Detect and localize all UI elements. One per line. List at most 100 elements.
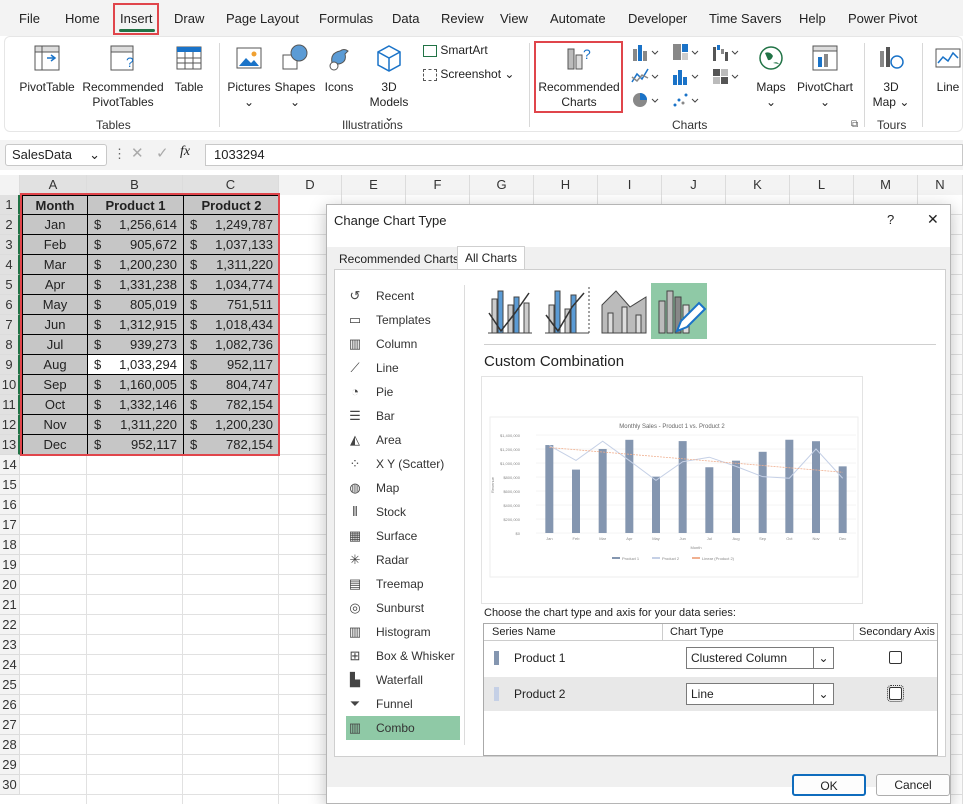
- tab-recommended-charts[interactable]: Recommended Charts: [334, 248, 465, 270]
- row-header[interactable]: 15: [0, 475, 20, 495]
- chart-type-surface[interactable]: ▦ Surface: [346, 524, 460, 548]
- chart-type-treemap[interactable]: ▤ Treemap: [346, 572, 460, 596]
- row-header[interactable]: 9: [0, 355, 20, 375]
- cancel-entry-icon[interactable]: ✕: [131, 144, 144, 162]
- row-header[interactable]: 7: [0, 315, 20, 335]
- name-box[interactable]: SalesData ⌄: [5, 144, 107, 166]
- help-button[interactable]: ?: [887, 212, 894, 227]
- row-header[interactable]: 29: [0, 755, 20, 775]
- stacked-area-column-icon[interactable]: [600, 285, 648, 335]
- series-chart-type-select[interactable]: Line ⌄: [686, 683, 834, 705]
- chart-type-pie[interactable]: ◔ Pie: [346, 380, 460, 404]
- menu-file[interactable]: File: [19, 11, 40, 26]
- column-header[interactable]: B: [87, 175, 183, 195]
- chart-type-recent[interactable]: ↺ Recent: [346, 284, 460, 308]
- row-header[interactable]: 21: [0, 595, 20, 615]
- row-header[interactable]: 27: [0, 715, 20, 735]
- column-header[interactable]: D: [279, 175, 342, 195]
- chart-type-area[interactable]: ◭ Area: [346, 428, 460, 452]
- chart-type-histogram[interactable]: ▥ Histogram: [346, 620, 460, 644]
- row-header[interactable]: 25: [0, 675, 20, 695]
- row-header[interactable]: 26: [0, 695, 20, 715]
- secondary-axis-checkbox[interactable]: [887, 685, 904, 702]
- row-header[interactable]: 20: [0, 575, 20, 595]
- row-header[interactable]: 14: [0, 455, 20, 475]
- line-chart-button[interactable]: [631, 67, 661, 87]
- maps-button[interactable]: Maps ⌄: [751, 43, 791, 110]
- menu-help[interactable]: Help: [799, 11, 826, 26]
- menu-home[interactable]: Home: [65, 11, 100, 26]
- chart-type-box-whisker[interactable]: ⊞ Box & Whisker: [346, 644, 460, 668]
- cancel-button[interactable]: Cancel: [876, 774, 950, 796]
- column-header[interactable]: G: [470, 175, 534, 195]
- row-header[interactable]: 8: [0, 335, 20, 355]
- chart-type-bar[interactable]: ☰ Bar: [346, 404, 460, 428]
- ok-button[interactable]: OK: [792, 774, 866, 796]
- chart-type-x-y-scatter-[interactable]: ⁘ X Y (Scatter): [346, 452, 460, 476]
- clustered-column-line-secondary-icon[interactable]: [543, 285, 591, 335]
- name-box-dropdown-icon[interactable]: ⌄: [89, 145, 100, 165]
- insert-function-icon[interactable]: fx: [180, 144, 190, 160]
- confirm-entry-icon[interactable]: ✓: [156, 144, 169, 162]
- row-header[interactable]: 30: [0, 775, 20, 795]
- row-header[interactable]: 3: [0, 235, 20, 255]
- hierarchy-chart-button[interactable]: [671, 43, 701, 63]
- dialog-launcher-icon[interactable]: ⧉: [851, 119, 858, 130]
- column-header[interactable]: N: [918, 175, 963, 195]
- chart-type-combo[interactable]: ▥ Combo: [346, 716, 460, 740]
- column-header[interactable]: H: [534, 175, 598, 195]
- row-header[interactable]: 28: [0, 735, 20, 755]
- menu-data[interactable]: Data: [392, 11, 419, 26]
- select-all-corner[interactable]: [0, 175, 20, 195]
- row-header[interactable]: 23: [0, 635, 20, 655]
- row-header[interactable]: 10: [0, 375, 20, 395]
- close-button[interactable]: ✕: [927, 211, 939, 228]
- row-header[interactable]: 4: [0, 255, 20, 275]
- row-header[interactable]: 19: [0, 555, 20, 575]
- row-header[interactable]: 17: [0, 515, 20, 535]
- row-header[interactable]: 24: [0, 655, 20, 675]
- column-header[interactable]: J: [662, 175, 726, 195]
- pictures-button[interactable]: Pictures ⌄: [225, 43, 273, 110]
- row-header[interactable]: 16: [0, 495, 20, 515]
- column-header[interactable]: K: [726, 175, 790, 195]
- chart-type-column[interactable]: ▥ Column: [346, 332, 460, 356]
- menu-view[interactable]: View: [500, 11, 528, 26]
- 3d-models-button[interactable]: 3D Models ⌄: [363, 43, 415, 125]
- row-header[interactable]: 2: [0, 215, 20, 235]
- menu-developer[interactable]: Developer: [628, 11, 687, 26]
- icons-button[interactable]: Icons: [319, 43, 359, 95]
- screenshot-button[interactable]: Screenshot ⌄: [423, 67, 514, 85]
- chart-type-map[interactable]: ◍ Map: [346, 476, 460, 500]
- table-button[interactable]: Table: [169, 43, 209, 95]
- chart-type-stock[interactable]: ⫴ Stock: [346, 500, 460, 524]
- row-header[interactable]: 5: [0, 275, 20, 295]
- column-chart-button[interactable]: [631, 43, 661, 63]
- tab-all-charts[interactable]: All Charts: [457, 246, 526, 270]
- recommended-pivottables-button[interactable]: ? Recommended PivotTables: [79, 43, 167, 110]
- combo-chart-button[interactable]: [711, 67, 741, 87]
- column-header[interactable]: C: [183, 175, 279, 195]
- waterfall-chart-button[interactable]: [711, 43, 741, 63]
- menu-automate[interactable]: Automate: [550, 11, 606, 26]
- chart-type-templates[interactable]: ▭ Templates: [346, 308, 460, 332]
- more-options-icon[interactable]: ⋮: [113, 146, 126, 162]
- chart-type-radar[interactable]: ✳ Radar: [346, 548, 460, 572]
- column-header[interactable]: M: [854, 175, 918, 195]
- pie-chart-button[interactable]: [631, 91, 661, 111]
- pivotchart-button[interactable]: PivotChart ⌄: [795, 43, 855, 110]
- column-header[interactable]: I: [598, 175, 662, 195]
- series-chart-type-select[interactable]: Clustered Column ⌄: [686, 647, 834, 669]
- formula-input[interactable]: 1033294: [205, 144, 963, 166]
- menu-page-layout[interactable]: Page Layout: [226, 11, 299, 26]
- column-header[interactable]: L: [790, 175, 854, 195]
- sparkline-line-button[interactable]: Line: [931, 43, 963, 95]
- secondary-axis-checkbox[interactable]: [889, 651, 902, 664]
- scatter-chart-button[interactable]: [671, 91, 701, 111]
- row-header[interactable]: 12: [0, 415, 20, 435]
- row-header[interactable]: 18: [0, 535, 20, 555]
- menu-formulas[interactable]: Formulas: [319, 11, 373, 26]
- chart-type-waterfall[interactable]: ▙ Waterfall: [346, 668, 460, 692]
- row-header[interactable]: 13: [0, 435, 20, 455]
- chart-type-sunburst[interactable]: ◎ Sunburst: [346, 596, 460, 620]
